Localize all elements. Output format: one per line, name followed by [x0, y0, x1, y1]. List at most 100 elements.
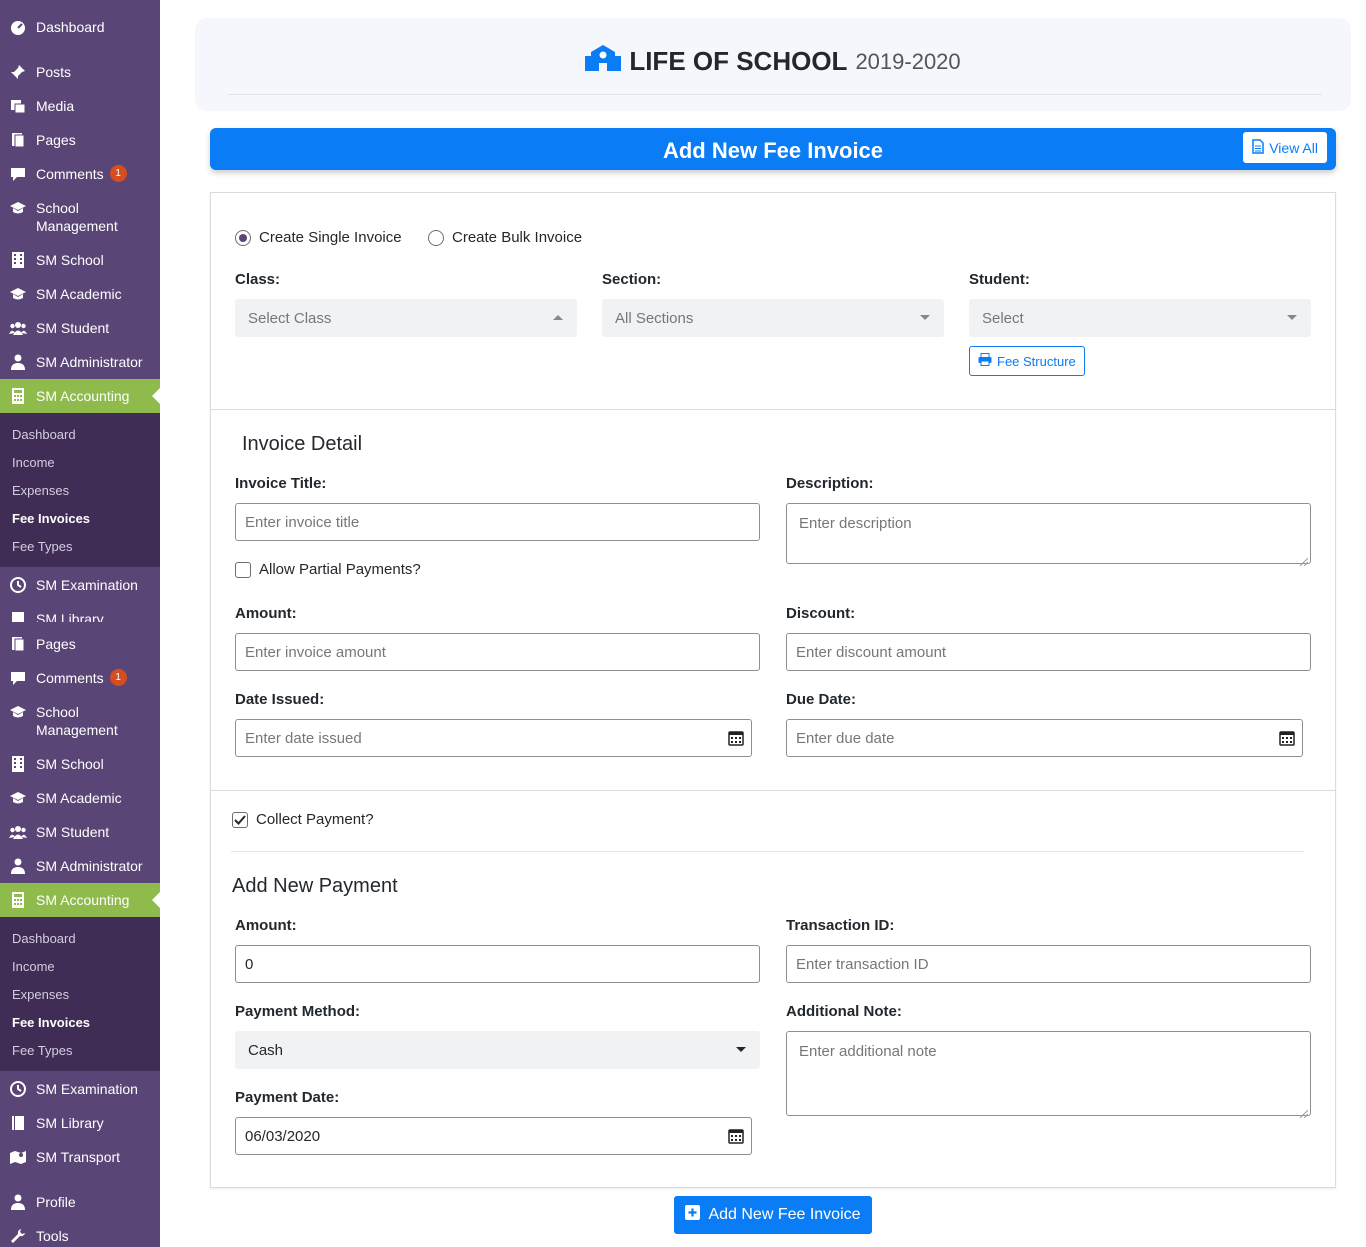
- sidebar-item-sm-student[interactable]: SM Student: [0, 319, 160, 337]
- invoice-title-input[interactable]: Enter invoice title: [235, 503, 760, 541]
- transaction-id-input[interactable]: Enter transaction ID: [786, 945, 1311, 983]
- collect-payment-option[interactable]: Collect Payment?: [232, 811, 374, 828]
- invoice-amount-input[interactable]: Enter invoice amount: [235, 633, 760, 671]
- bulk-invoice-option[interactable]: Create Bulk Invoice: [428, 229, 582, 246]
- payment-amount-input[interactable]: 0: [235, 945, 760, 983]
- single-invoice-option[interactable]: Create Single Invoice: [235, 229, 402, 246]
- sidebar-item-label: SM Academic: [36, 790, 122, 806]
- sidebar-item-label: SM Transport: [36, 1149, 121, 1165]
- sidebar-item-sm-library-clipped[interactable]: SM Library: [0, 610, 160, 622]
- partial-payments-label: Allow Partial Payments?: [259, 561, 421, 578]
- sidebar-item-label: Pages: [36, 636, 76, 652]
- sidebar-item-sm-library[interactable]: SM Library: [0, 1114, 160, 1132]
- sidebar-item-sm-academic[interactable]: SM Academic: [0, 789, 160, 807]
- sidebar-item-label: SM School: [36, 252, 104, 268]
- sidebar-item-sm-academic[interactable]: SM Academic: [0, 285, 160, 303]
- due-date-placeholder: Enter due date: [796, 729, 895, 747]
- accounting-submenu: Dashboard Income Expenses Fee Invoices F…: [0, 413, 160, 567]
- payment-method-select[interactable]: Cash: [235, 1031, 760, 1069]
- sidebar-item-comments[interactable]: Comments 1: [0, 669, 160, 687]
- submenu-item-fee-types[interactable]: Fee Types: [12, 539, 72, 555]
- description-placeholder: Enter description: [799, 515, 912, 532]
- sidebar-item-sm-school[interactable]: SM School: [0, 251, 160, 269]
- bulk-invoice-radio[interactable]: [428, 229, 444, 246]
- building-icon: [9, 755, 27, 773]
- submenu-item-expenses[interactable]: Expenses: [12, 483, 69, 499]
- submenu-item-fee-invoices[interactable]: Fee Invoices: [12, 511, 90, 527]
- calendar-icon[interactable]: [728, 730, 744, 746]
- sidebar-item-media[interactable]: Media: [0, 97, 160, 115]
- sidebar-item-posts[interactable]: Posts: [0, 63, 160, 81]
- session-year: 2019-2020: [855, 48, 961, 74]
- payment-date-label: Payment Date:: [235, 1089, 340, 1106]
- sidebar-item-label: SM Student: [36, 824, 110, 840]
- resize-grip-icon[interactable]: [1299, 553, 1309, 567]
- section-select[interactable]: All Sections: [602, 299, 944, 337]
- users-icon: [9, 319, 27, 337]
- due-date-label: Due Date:: [786, 691, 857, 708]
- graduation-cap-icon: [9, 285, 27, 303]
- partial-payments-checkbox[interactable]: [235, 561, 251, 578]
- submenu-item-fee-invoices[interactable]: Fee Invoices: [12, 1015, 90, 1031]
- add-fee-invoice-button[interactable]: Add New Fee Invoice: [674, 1196, 872, 1234]
- due-date-input[interactable]: Enter due date: [786, 719, 1303, 757]
- submenu-item-fee-types[interactable]: Fee Types: [12, 1043, 72, 1059]
- calendar-icon[interactable]: [1279, 730, 1295, 746]
- sidebar-item-pages[interactable]: Pages: [0, 131, 160, 149]
- comment-icon: [9, 165, 27, 183]
- sidebar-item-sm-administrator[interactable]: SM Administrator: [0, 353, 160, 371]
- form-title: Add New Fee Invoice: [662, 138, 884, 163]
- payment-date-input[interactable]: 06/03/2020: [235, 1117, 752, 1155]
- school-icon: [585, 44, 622, 79]
- sidebar-item-sm-examination[interactable]: SM Examination: [0, 1080, 160, 1098]
- sidebar-item-pages[interactable]: Pages: [0, 635, 160, 653]
- pages-icon: [9, 635, 27, 653]
- sidebar-item-school-management[interactable]: School Management: [0, 703, 160, 739]
- submenu-item-dashboard[interactable]: Dashboard: [12, 931, 76, 947]
- sidebar-item-school-management[interactable]: School Management: [0, 199, 160, 235]
- sidebar-item-label: Posts: [36, 64, 72, 80]
- sidebar-item-label: Comments: [36, 166, 104, 182]
- submenu-item-expenses[interactable]: Expenses: [12, 987, 69, 1003]
- add-payment-heading: Add New Payment: [232, 875, 398, 897]
- sidebar-item-label: SM Examination: [36, 577, 138, 593]
- sidebar-item-sm-administrator[interactable]: SM Administrator: [0, 857, 160, 875]
- view-all-button[interactable]: View All: [1243, 132, 1327, 163]
- submenu-item-dashboard[interactable]: Dashboard: [12, 427, 76, 443]
- additional-note-textarea[interactable]: Enter additional note: [786, 1031, 1311, 1119]
- sidebar-item-sm-accounting[interactable]: SM Accounting: [0, 379, 160, 413]
- sidebar-item-profile[interactable]: Profile: [0, 1193, 160, 1211]
- sidebar-item-sm-student[interactable]: SM Student: [0, 823, 160, 841]
- comments-count-badge: 1: [109, 165, 127, 182]
- single-invoice-radio[interactable]: [235, 229, 251, 246]
- description-textarea[interactable]: Enter description: [786, 503, 1311, 567]
- graduation-cap-icon: [9, 199, 27, 217]
- resize-grip-icon[interactable]: [1299, 1105, 1309, 1119]
- dashboard-icon: [9, 18, 27, 36]
- submenu-item-income[interactable]: Income: [12, 959, 55, 975]
- caret-down-icon: [1287, 315, 1297, 320]
- discount-placeholder: Enter discount amount: [796, 643, 947, 661]
- sidebar-item-sm-school[interactable]: SM School: [0, 755, 160, 773]
- additional-note-placeholder: Enter additional note: [799, 1043, 937, 1060]
- class-label: Class:: [235, 271, 281, 288]
- partial-payments-option[interactable]: Allow Partial Payments?: [235, 561, 421, 578]
- class-select[interactable]: Select Class: [235, 299, 577, 337]
- sidebar-item-sm-examination[interactable]: SM Examination: [0, 576, 160, 594]
- discount-input[interactable]: Enter discount amount: [786, 633, 1311, 671]
- collect-payment-checkbox[interactable]: [232, 811, 248, 828]
- calculator-icon: [9, 891, 27, 909]
- student-select[interactable]: Select: [969, 299, 1311, 337]
- invoice-detail-heading: Invoice Detail: [242, 433, 363, 455]
- sidebar-item-tools[interactable]: Tools: [0, 1227, 160, 1245]
- sidebar-item-sm-accounting[interactable]: SM Accounting: [0, 883, 160, 917]
- sidebar-item-label: SM Accounting: [36, 892, 130, 908]
- sidebar-item-label: SM School: [36, 756, 104, 772]
- sidebar-item-sm-transport[interactable]: SM Transport: [0, 1148, 160, 1166]
- sidebar-item-dashboard[interactable]: Dashboard: [0, 18, 160, 36]
- sidebar-item-comments[interactable]: Comments 1: [0, 165, 160, 183]
- date-issued-input[interactable]: Enter date issued: [235, 719, 752, 757]
- calendar-icon[interactable]: [728, 1128, 744, 1144]
- submenu-item-income[interactable]: Income: [12, 455, 55, 471]
- fee-structure-button[interactable]: Fee Structure: [969, 346, 1085, 376]
